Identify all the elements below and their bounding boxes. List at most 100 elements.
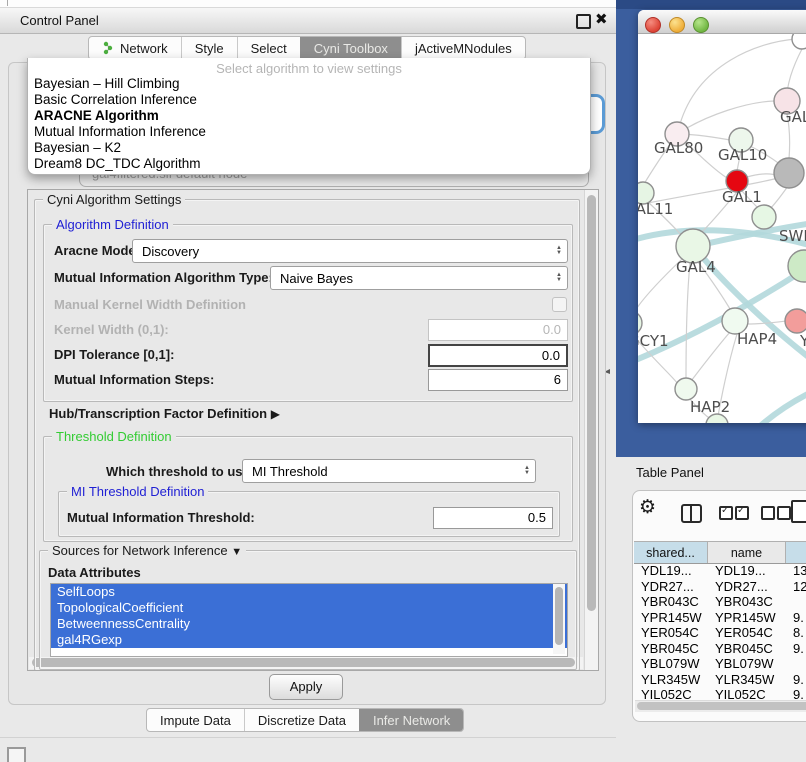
algorithm-option[interactable]: Dream8 DC_TDC Algorithm bbox=[28, 156, 590, 172]
kernel-width-field[interactable]: 0.0 bbox=[428, 319, 568, 341]
tab-style[interactable]: Style bbox=[181, 37, 237, 59]
dpi-tolerance-label: DPI Tolerance [0,1]: bbox=[54, 347, 174, 362]
table-row[interactable]: YLR345WYLR345W9. bbox=[634, 672, 806, 688]
group-title: Cyni Algorithm Settings bbox=[43, 192, 185, 207]
collapsed-panel-icon[interactable] bbox=[7, 747, 26, 762]
tab-label: Style bbox=[195, 41, 224, 56]
gear-icon[interactable]: ⚙ bbox=[639, 496, 656, 519]
table-cell: YIL052C bbox=[708, 687, 786, 701]
deselect-all-checkboxes-icon[interactable] bbox=[761, 506, 793, 523]
network-view-window[interactable]: GALGAL80GAL10GAL1GAL11SWI4GAL4GCY1HAP4YH… bbox=[638, 10, 806, 423]
column-header[interactable]: A bbox=[786, 542, 806, 563]
select-all-checkboxes-icon[interactable] bbox=[719, 506, 751, 523]
table-row[interactable]: YIL052CYIL052C9. bbox=[634, 687, 806, 701]
mi-type-combo[interactable]: Naive Bayes ▲▼ bbox=[270, 266, 568, 290]
aracne-mode-label: Aracne Mode: bbox=[54, 243, 140, 258]
network-node[interactable] bbox=[752, 205, 776, 229]
mi-type-label: Mutual Information Algorithm Type: bbox=[54, 270, 273, 285]
tab-label: Select bbox=[251, 41, 287, 56]
apply-button[interactable]: Apply bbox=[269, 674, 343, 700]
window-zoom-icon[interactable] bbox=[693, 17, 709, 33]
node-label: GCY1 bbox=[638, 332, 669, 350]
window-minimize-icon[interactable] bbox=[669, 17, 685, 33]
window-close-icon[interactable] bbox=[645, 17, 661, 33]
hub-definition-label[interactable]: Hub/Transcription Factor Definition ▶ bbox=[49, 406, 280, 421]
tab-cyni-toolbox[interactable]: Cyni Toolbox bbox=[300, 37, 401, 59]
algorithm-option[interactable]: Bayesian – K2 bbox=[28, 140, 590, 156]
table-cell: YDL19... bbox=[634, 563, 708, 579]
table-cell: YBL079W bbox=[634, 656, 708, 672]
settings-scrollpane: Cyni Algorithm Settings Algorithm Defini… bbox=[27, 189, 599, 671]
tab-jactivemnodules[interactable]: jActiveMNodules bbox=[401, 37, 525, 59]
table-row[interactable]: YBL079WYBL079W bbox=[634, 656, 806, 672]
attribute-list-item[interactable]: TopologicalCoefficient bbox=[51, 600, 567, 616]
float-window-icon[interactable] bbox=[576, 14, 591, 29]
attribute-list-item[interactable]: gal4RGexp bbox=[51, 632, 567, 648]
cyni-toolbox-panel: gal4filtered.sif default node Select alg… bbox=[8, 62, 606, 705]
mi-threshold-field[interactable]: 0.5 bbox=[433, 507, 553, 529]
vertical-scrollbar[interactable] bbox=[584, 190, 598, 670]
network-window-titlebar[interactable] bbox=[638, 10, 806, 34]
tab-network[interactable]: Network bbox=[89, 37, 181, 59]
tab-select[interactable]: Select bbox=[237, 37, 300, 59]
close-icon[interactable]: ✖ bbox=[595, 10, 608, 28]
cyni-mode-tabbar: Impute Data Discretize Data Infer Network bbox=[146, 708, 464, 732]
aracne-mode-combo[interactable]: Discovery ▲▼ bbox=[132, 239, 568, 263]
network-node[interactable] bbox=[774, 158, 804, 188]
table-cell: YER054C bbox=[708, 625, 786, 641]
manual-kernel-width-checkbox[interactable] bbox=[552, 297, 567, 312]
column-header[interactable]: shared... bbox=[634, 542, 708, 563]
network-node[interactable] bbox=[785, 309, 806, 333]
network-edge bbox=[686, 263, 690, 379]
group-title[interactable]: Sources for Network Inference ▼ bbox=[48, 543, 246, 558]
algorithm-option[interactable]: ARACNE Algorithm bbox=[28, 108, 590, 124]
which-threshold-combo[interactable]: MI Threshold ▲▼ bbox=[242, 459, 536, 483]
file-icon[interactable] bbox=[791, 500, 806, 523]
table-cell: YDR27... bbox=[708, 579, 786, 595]
algorithm-option[interactable]: Bayesian – Hill Climbing bbox=[28, 76, 590, 92]
table-cell: YBR043C bbox=[634, 594, 708, 610]
attribute-list[interactable]: SelfLoopsTopologicalCoefficientBetweenne… bbox=[50, 583, 568, 657]
node-label: GAL4 bbox=[676, 258, 716, 276]
node-label: GAL80 bbox=[654, 139, 703, 157]
node-label: GAL11 bbox=[638, 200, 673, 218]
table-row[interactable]: YBR043CYBR043C bbox=[634, 594, 806, 610]
table-horizontal-scrollbar[interactable] bbox=[635, 700, 806, 712]
expand-arrow-icon[interactable]: ▼ bbox=[231, 546, 242, 558]
dpi-tolerance-field[interactable]: 0.0 bbox=[428, 344, 568, 367]
screen: Control Panel ✖ NetworkStyleSelectCyni T… bbox=[0, 0, 806, 762]
network-node[interactable] bbox=[792, 34, 806, 49]
table-row[interactable]: YDR27...YDR27...12 bbox=[634, 579, 806, 595]
spinner-arrows-icon: ▲▼ bbox=[551, 246, 567, 256]
tab-label: Infer Network bbox=[373, 713, 450, 728]
table-row[interactable]: YBR045CYBR045C9. bbox=[634, 641, 806, 657]
table-cell: 9. bbox=[786, 641, 806, 657]
tab-label: Impute Data bbox=[160, 713, 231, 728]
attribute-list-item[interactable]: SelfLoops bbox=[51, 584, 567, 600]
tab-discretize-data[interactable]: Discretize Data bbox=[244, 709, 359, 731]
table-header-row[interactable]: shared...nameA bbox=[634, 541, 806, 564]
column-selector-icon[interactable] bbox=[681, 504, 702, 523]
table-row[interactable]: YER054CYER054C8. bbox=[634, 625, 806, 641]
attribute-list-item[interactable]: BetweennessCentrality bbox=[51, 616, 567, 632]
collapse-arrow-icon[interactable]: ▶ bbox=[271, 407, 280, 421]
column-header[interactable]: name bbox=[708, 542, 786, 563]
table-row[interactable]: YPR145WYPR145W9. bbox=[634, 610, 806, 626]
table-cell: YLR345W bbox=[708, 672, 786, 688]
tab-impute-data[interactable]: Impute Data bbox=[147, 709, 244, 731]
table-row[interactable]: YDL19...YDL19...13 bbox=[634, 563, 806, 579]
attribute-list-scrollbar[interactable] bbox=[553, 584, 565, 654]
network-canvas[interactable]: GALGAL80GAL10GAL1GAL11SWI4GAL4GCY1HAP4YH… bbox=[638, 34, 806, 423]
data-attributes-label: Data Attributes bbox=[48, 565, 141, 580]
threshold-definition-group: Threshold Definition Which threshold to … bbox=[43, 436, 573, 542]
table-cell: 9. bbox=[786, 672, 806, 688]
splitter-handle[interactable] bbox=[606, 369, 610, 374]
control-panel-tabbar: Network Style Select Cyni ToolboxjActiveMNo… bbox=[88, 36, 526, 60]
tab-infer-network[interactable]: Infer Network bbox=[359, 709, 463, 731]
table-panel-title: Table Panel bbox=[636, 465, 704, 480]
mi-steps-field[interactable]: 6 bbox=[428, 369, 568, 391]
algorithm-option[interactable]: Basic Correlation Inference bbox=[28, 92, 590, 108]
table-cell bbox=[786, 594, 806, 610]
algorithm-option[interactable]: Mutual Information Inference bbox=[28, 124, 590, 140]
network-node[interactable] bbox=[675, 378, 697, 400]
